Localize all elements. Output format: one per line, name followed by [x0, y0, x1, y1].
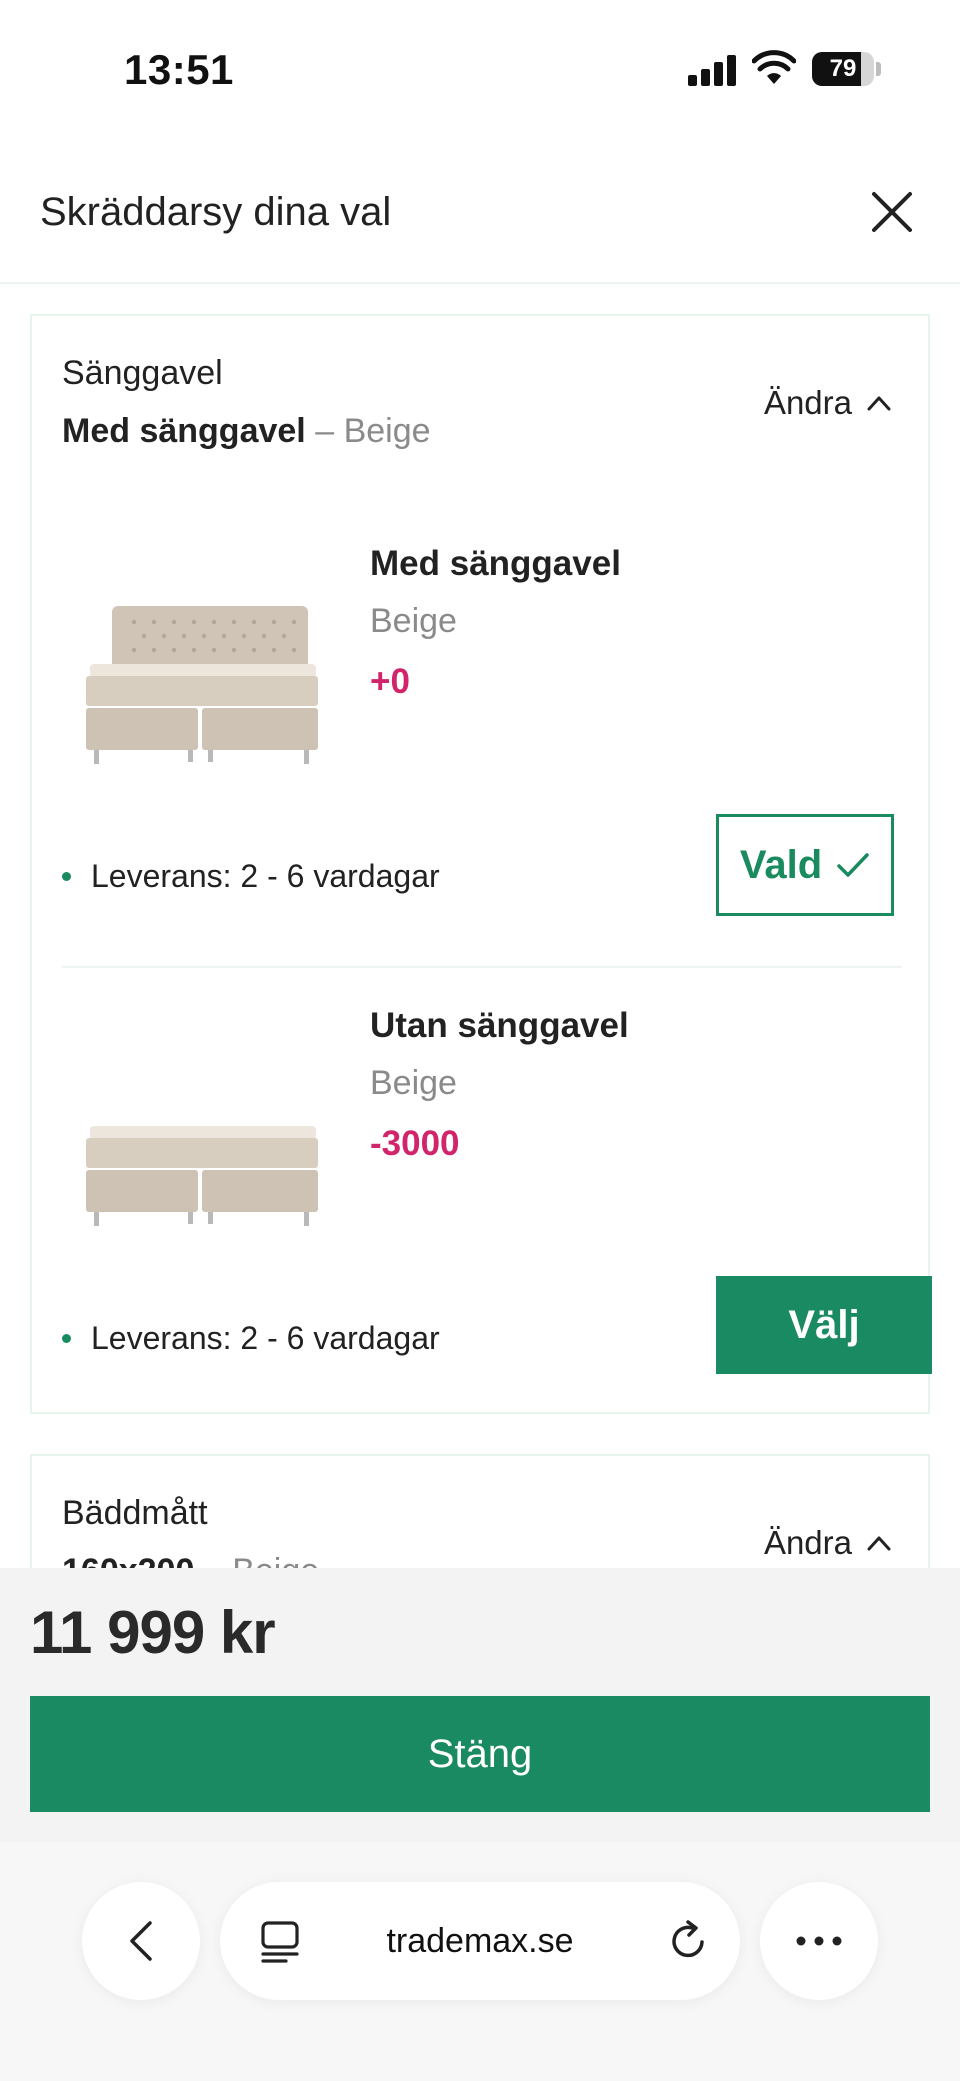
total-price: 11 999 kr: [30, 1599, 276, 1666]
delivery-text: Leverans: 2 - 6 vardagar: [91, 1320, 440, 1356]
group-label: Sänggavel: [62, 354, 223, 392]
option-name: Med sänggavel: [370, 544, 621, 583]
more-button[interactable]: [760, 1882, 878, 2000]
group-label: Bäddmått: [62, 1494, 208, 1532]
chevron-up-icon: [867, 1536, 891, 1551]
reload-icon[interactable]: [668, 1920, 710, 1962]
cellular-signal-icon: [688, 54, 738, 86]
option-price: +0: [370, 662, 410, 701]
chosen-label: Vald: [739, 842, 823, 887]
wifi-icon: [752, 50, 796, 84]
option-price: -3000: [370, 1124, 460, 1163]
browser-toolbar: trademax.se: [0, 1842, 960, 2081]
summary-separator: –: [305, 412, 344, 450]
delivery-dot: [62, 1334, 71, 1343]
option-without-headboard: Utan sänggavel Beige -3000 Leverans: 2 -…: [62, 968, 932, 1428]
bed-without-headboard-image: [86, 1126, 318, 1226]
page-title: Skräddarsy dina val: [40, 190, 392, 234]
battery-percent: 79: [829, 55, 857, 82]
group-summary: Med sänggavel – Beige: [62, 412, 431, 451]
url-text: trademax.se: [386, 1922, 574, 1960]
chevron-up-icon: [867, 396, 891, 411]
status-time: 13:51: [124, 46, 234, 93]
chosen-button[interactable]: Vald: [716, 814, 894, 916]
change-label: Ändra: [763, 1524, 852, 1561]
battery-icon: 79: [812, 52, 874, 86]
more-icon: [796, 1936, 842, 1946]
battery-tip: [876, 62, 881, 76]
option-name: Utan sänggavel: [370, 1006, 629, 1045]
option-color: Beige: [370, 1064, 457, 1102]
status-bar: 13:51 79: [0, 0, 960, 140]
close-icon[interactable]: [866, 186, 918, 238]
delivery-text: Leverans: 2 - 6 vardagar: [91, 858, 440, 894]
checkmark-icon: [837, 853, 869, 877]
delivery-info: Leverans: 2 - 6 vardagar: [62, 858, 440, 895]
select-button[interactable]: Välj: [716, 1276, 932, 1374]
price-bar: 11 999 kr Stäng: [0, 1568, 960, 1842]
delivery-dot: [62, 872, 71, 881]
option-with-headboard: Med sänggavel Beige +0 Leverans: 2 - 6 v…: [62, 506, 902, 968]
change-button[interactable]: Ändra: [764, 384, 892, 422]
change-label: Ändra: [763, 384, 852, 421]
delivery-info: Leverans: 2 - 6 vardagar: [62, 1320, 440, 1357]
address-bar[interactable]: trademax.se: [220, 1882, 740, 2000]
option-group-headboard: Sänggavel Med sänggavel – Beige Ändra Me…: [30, 314, 932, 1414]
back-button[interactable]: [82, 1882, 200, 2000]
bed-with-headboard-image: [86, 606, 318, 764]
summary-color: Beige: [343, 412, 431, 450]
back-icon: [130, 1921, 152, 1961]
option-color: Beige: [370, 602, 457, 640]
close-button[interactable]: Stäng: [30, 1696, 930, 1812]
customize-header: Skräddarsy dina val: [0, 140, 960, 284]
change-button[interactable]: Ändra: [764, 1524, 892, 1562]
summary-name: Med sänggavel: [62, 412, 306, 450]
